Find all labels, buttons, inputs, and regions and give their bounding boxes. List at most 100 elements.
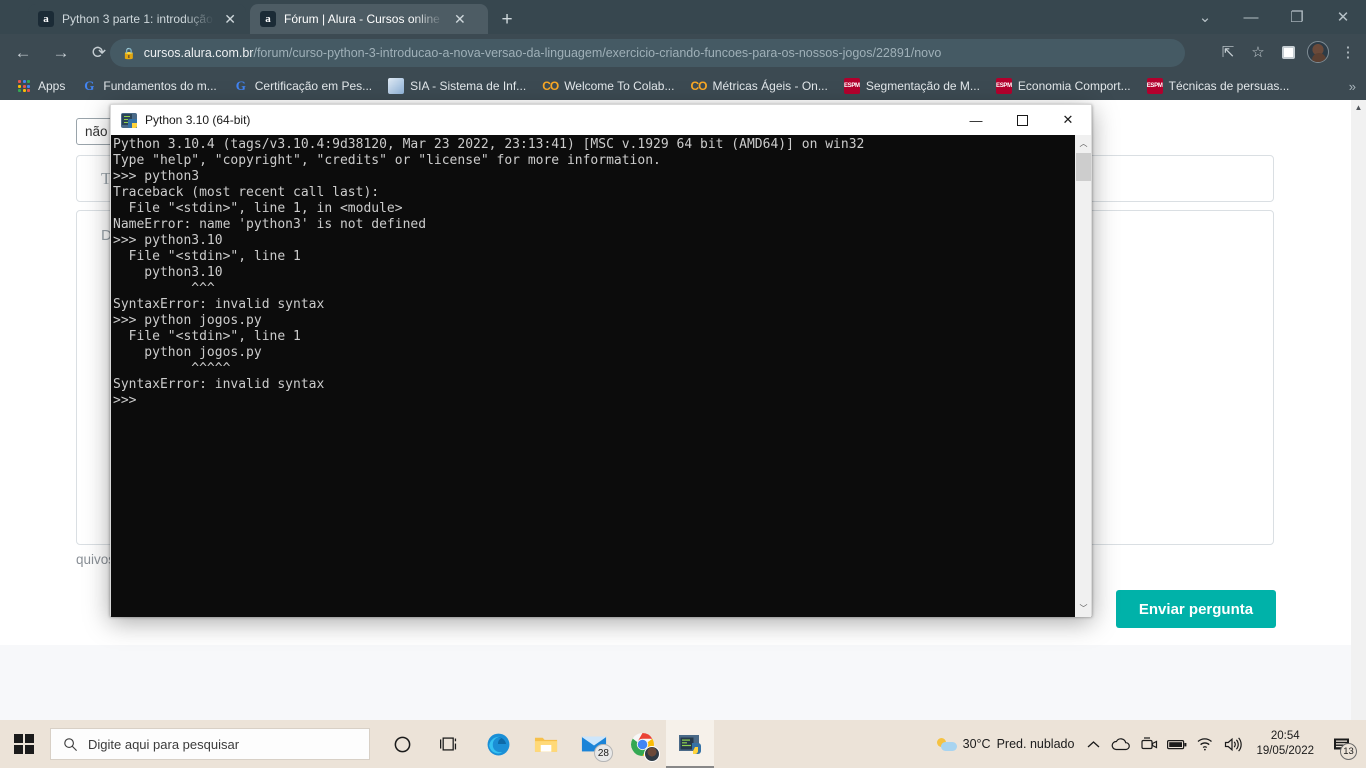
browser-tab-2[interactable]: a Fórum | Alura - Cursos online de ✕	[250, 4, 488, 34]
bookmark-tecnicas[interactable]: ESPM Técnicas de persuas...	[1141, 75, 1296, 97]
speaker-icon	[1224, 736, 1242, 752]
camera-icon	[1141, 737, 1158, 750]
forward-icon[interactable]: →	[46, 38, 76, 68]
browser-tab-1[interactable]: a Python 3 parte 1: introdução à no ✕	[28, 4, 246, 34]
sia-icon	[388, 78, 405, 94]
show-hidden-icons-chevron[interactable]	[1080, 720, 1106, 768]
maximize-button[interactable]: ❐	[1274, 0, 1320, 34]
chevron-up-icon	[1087, 740, 1100, 747]
console-scroll-thumb[interactable]	[1076, 153, 1091, 181]
bookmark-segmentacao[interactable]: ESPM Segmentação de M...	[838, 75, 986, 97]
clock-date: 19/05/2022	[1256, 745, 1314, 757]
url-host: cursos.alura.com.br	[143, 46, 254, 60]
python-minimize-button[interactable]: —	[953, 105, 999, 135]
colab-icon: CO	[542, 79, 559, 93]
taskbar-clock[interactable]: 20:54 19/05/2022	[1248, 729, 1322, 759]
network-icon[interactable]	[1192, 720, 1218, 768]
tab-search-chevron-icon[interactable]: ⌄	[1182, 0, 1228, 34]
python-icon	[679, 735, 701, 754]
address-bar[interactable]: 🔒 cursos.alura.com.br/forum/curso-python…	[110, 39, 1185, 67]
share-icon[interactable]: ⇱	[1214, 38, 1242, 66]
weather-temperature: 30°C	[962, 737, 991, 751]
bookmark-label: Métricas Ágeis - On...	[712, 79, 828, 93]
console-scroll-down-icon[interactable]: ﹀	[1075, 600, 1092, 617]
notification-center-button[interactable]: 13	[1324, 720, 1358, 768]
tab-close-icon[interactable]: ✕	[454, 12, 466, 26]
python-window-titlebar[interactable]: Python 3.10 (64-bit) — ✕	[111, 105, 1091, 135]
taskbar-item-edge[interactable]	[474, 720, 522, 768]
page-scrollbar[interactable]: ▲	[1351, 100, 1366, 720]
espm-icon: ESPM	[1146, 78, 1163, 94]
side-panel-icon[interactable]	[1274, 38, 1302, 66]
bookmark-metricas[interactable]: CO Métricas Ágeis - On...	[684, 75, 833, 97]
console-scroll-up-icon[interactable]: ︿	[1075, 135, 1092, 152]
start-button[interactable]	[0, 720, 48, 768]
task-view-icon	[440, 737, 457, 751]
taskbar-item-task-view[interactable]	[426, 720, 474, 768]
minimize-button[interactable]: —	[1228, 0, 1274, 34]
bookmark-label: Welcome To Colab...	[564, 79, 675, 93]
back-icon[interactable]: ←	[8, 38, 38, 68]
volume-icon[interactable]	[1220, 720, 1246, 768]
terminal-output[interactable]: Python 3.10.4 (tags/v3.10.4:9d38120, Mar…	[111, 135, 1074, 617]
lock-icon: 🔒	[122, 47, 136, 60]
tab-strip: a Python 3 parte 1: introdução à no ✕ a …	[0, 0, 1366, 34]
profile-avatar[interactable]	[1304, 38, 1332, 66]
colab-icon: CO	[690, 79, 707, 93]
taskbar-item-mail[interactable]: 28	[570, 720, 618, 768]
bookmark-fundamentos[interactable]: G Fundamentos do m...	[75, 75, 222, 97]
tab-title: Python 3 parte 1: introdução à no	[62, 12, 214, 26]
toolbar-right: ⇱ ☆ ⋮	[1214, 38, 1362, 66]
notification-count-badge: 13	[1340, 743, 1357, 760]
taskbar-item-python[interactable]	[666, 720, 714, 768]
cloud-icon	[1112, 737, 1131, 750]
bookmark-label: Fundamentos do m...	[103, 79, 217, 93]
close-button[interactable]: ✕	[1320, 0, 1366, 34]
windows-taskbar: Digite aqui para pesquisar 28 30°C Pred.…	[0, 720, 1366, 768]
taskbar-item-cortana[interactable]	[378, 720, 426, 768]
python-close-button[interactable]: ✕	[1045, 105, 1091, 135]
bookmarks-overflow-icon[interactable]: »	[1349, 79, 1356, 94]
tab-title: Fórum | Alura - Cursos online de	[284, 12, 444, 26]
scroll-up-arrow-icon[interactable]: ▲	[1351, 100, 1366, 115]
python-console-scrollbar[interactable]: ︿ ﹀	[1074, 135, 1091, 617]
bookmark-sia[interactable]: SIA - Sistema de Inf...	[382, 75, 532, 97]
bookmark-label: SIA - Sistema de Inf...	[410, 79, 527, 93]
espm-icon: ESPM	[995, 78, 1012, 94]
taskbar-item-chrome[interactable]	[618, 720, 666, 768]
python-maximize-button[interactable]	[999, 105, 1045, 135]
cortana-icon	[394, 736, 410, 752]
window-controls: ⌄ — ❐ ✕	[1182, 0, 1366, 34]
bookmark-label: Economia Comport...	[1017, 79, 1131, 93]
wifi-icon	[1197, 738, 1213, 751]
taskbar-search-box[interactable]: Digite aqui para pesquisar	[50, 728, 370, 760]
edge-icon	[487, 733, 509, 755]
bookmark-certificacao[interactable]: G Certificação em Pes...	[227, 75, 378, 97]
tab-close-icon[interactable]: ✕	[224, 12, 236, 26]
weather-condition: Pred. nublado	[996, 737, 1075, 751]
battery-icon[interactable]	[1164, 720, 1190, 768]
page-footer-area	[0, 645, 1351, 720]
clock-time: 20:54	[1270, 730, 1300, 742]
file-explorer-icon	[534, 737, 557, 752]
google-icon: G	[235, 78, 246, 93]
bookmark-economia[interactable]: ESPM Economia Comport...	[990, 75, 1137, 97]
submit-question-button[interactable]: Enviar pergunta	[1116, 590, 1276, 628]
bookmark-label: Segmentação de M...	[865, 79, 980, 93]
apps-grid-icon	[16, 78, 32, 94]
onedrive-icon[interactable]	[1108, 720, 1134, 768]
taskbar-item-file-explorer[interactable]	[522, 720, 570, 768]
bookmark-colab[interactable]: CO Welcome To Colab...	[536, 75, 680, 97]
windows-logo-icon	[14, 734, 34, 754]
new-tab-button[interactable]: +	[494, 7, 520, 33]
python-console-body: Python 3.10.4 (tags/v3.10.4:9d38120, Mar…	[111, 135, 1091, 617]
bookmark-label: Certificação em Pes...	[254, 79, 373, 93]
python-console-window[interactable]: Python 3.10 (64-bit) — ✕ Python 3.10.4 (…	[110, 104, 1092, 617]
bookmark-label: Técnicas de persuas...	[1168, 79, 1290, 93]
chrome-menu-icon[interactable]: ⋮	[1334, 38, 1362, 66]
weather-widget[interactable]: 30°C Pred. nublado	[933, 736, 1079, 752]
bookmark-apps[interactable]: Apps	[10, 75, 71, 97]
meet-now-icon[interactable]	[1136, 720, 1162, 768]
python-window-title: Python 3.10 (64-bit)	[145, 113, 251, 127]
bookmark-star-icon[interactable]: ☆	[1244, 38, 1272, 66]
